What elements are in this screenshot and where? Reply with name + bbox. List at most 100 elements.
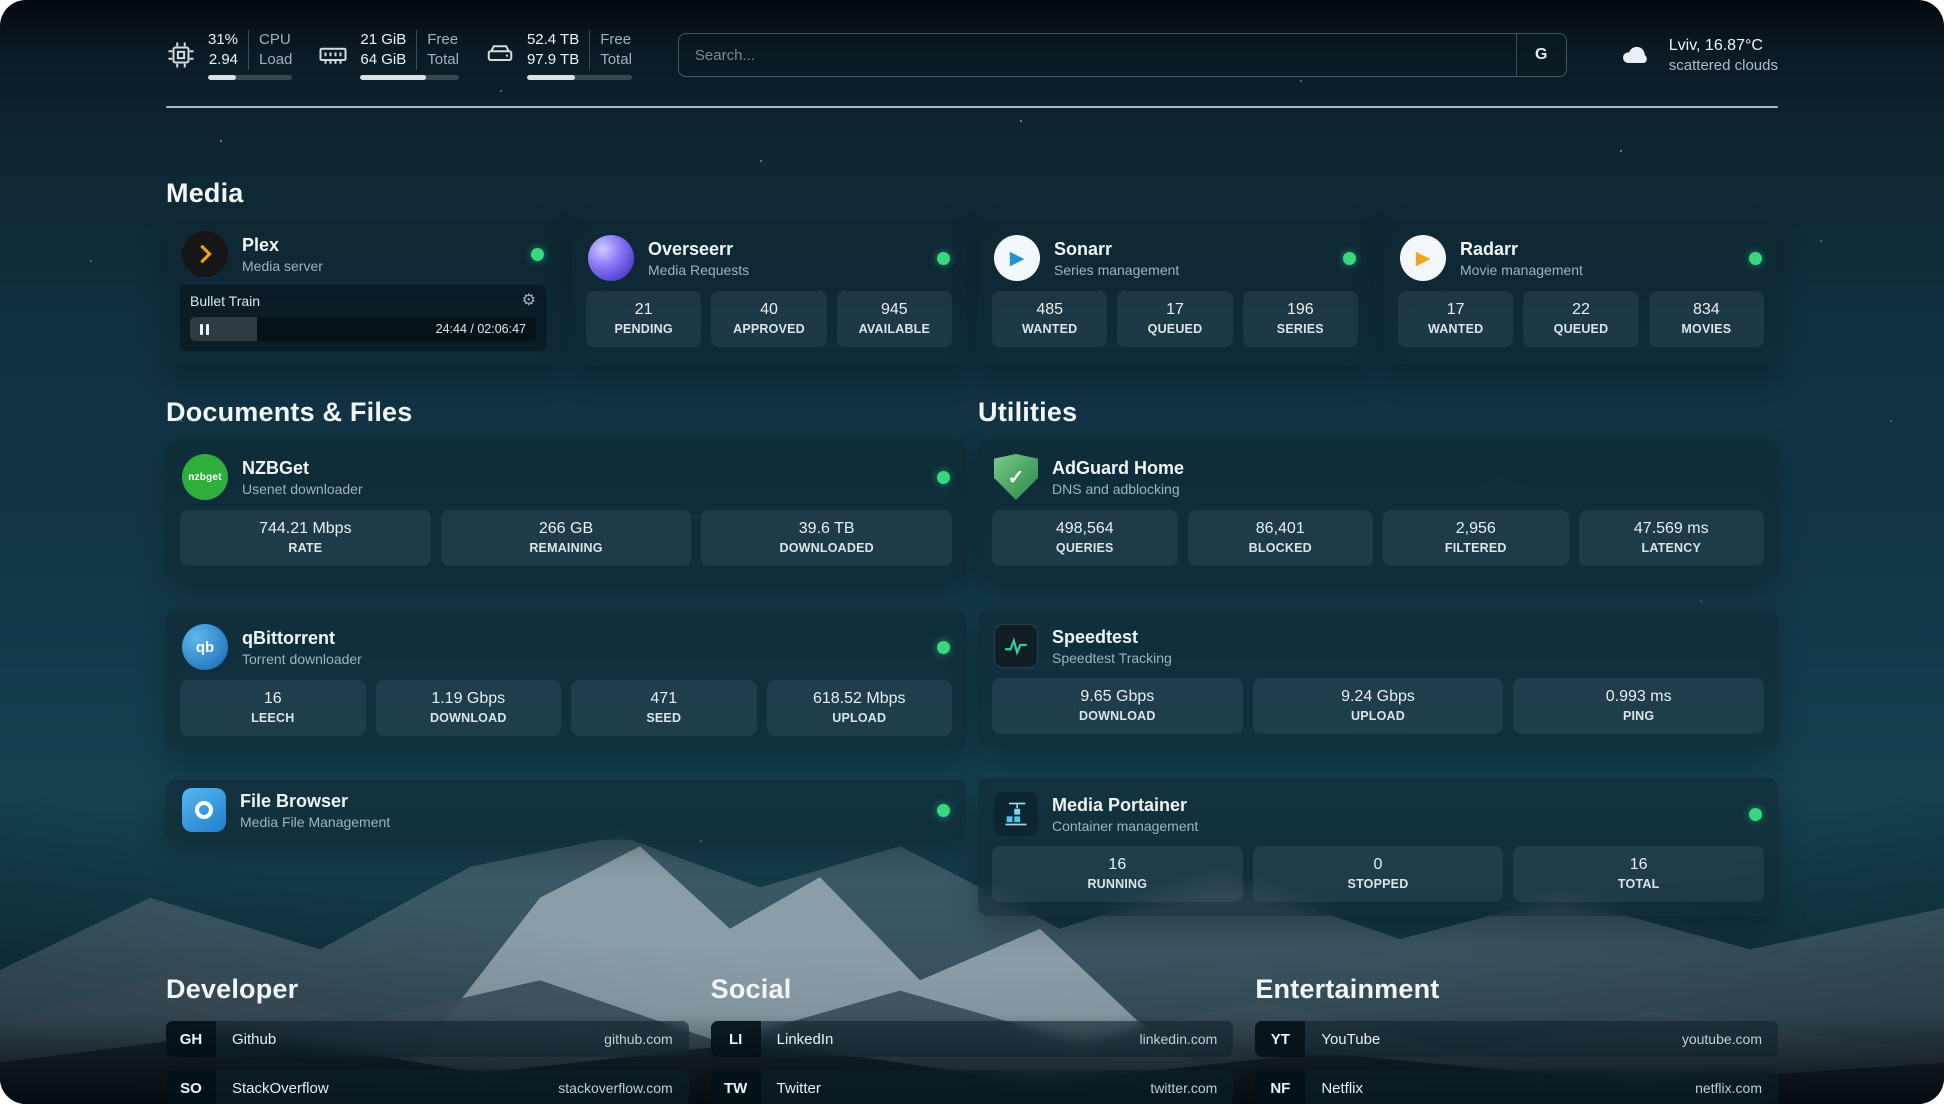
dashboard-window: 31% 2.94 CPU Load [0, 0, 1944, 1104]
bookmark-abbr: YT [1255, 1021, 1305, 1057]
pause-icon [200, 324, 209, 335]
adguard-icon: ✓ [994, 454, 1038, 500]
service-desc: Series management [1054, 261, 1179, 279]
stat-filtered: 2,956 FILTERED [1383, 510, 1569, 566]
stat-queued: 22 QUEUED [1523, 291, 1638, 347]
bookmark-youtube[interactable]: YT YouTube youtube.com [1255, 1021, 1778, 1057]
stat-seed: 471 SEED [571, 680, 757, 736]
service-desc: Media server [242, 257, 323, 275]
service-desc: Usenet downloader [242, 480, 363, 498]
service-card-adguard[interactable]: ✓ AdGuard Home DNS and adblocking 498,56… [978, 440, 1778, 580]
cloud-icon [1613, 39, 1657, 71]
stat-download: 9.65 Gbps DOWNLOAD [992, 678, 1243, 734]
weather-location: Lviv, 16.87°C [1669, 35, 1778, 56]
service-card-nzbget[interactable]: nzbget NZBGet Usenet downloader 744.21 M… [166, 440, 966, 580]
section-title-utilities: Utilities [978, 397, 1778, 428]
stat-wanted: 485 WANTED [992, 291, 1107, 347]
stat-series: 196 SERIES [1243, 291, 1358, 347]
service-name: File Browser [240, 790, 390, 813]
bookmark-name: Github [232, 1031, 276, 1048]
stat-rate: 744.21 Mbps RATE [180, 510, 431, 566]
search-bar: G [678, 33, 1567, 77]
stat-queries: 498,564 QUERIES [992, 510, 1178, 566]
sonarr-icon: ▶ [994, 235, 1040, 281]
memory-progress-bar [360, 75, 459, 80]
portainer-icon [994, 792, 1038, 836]
gear-icon[interactable]: ⚙ [522, 293, 536, 309]
service-name: qBittorrent [242, 627, 362, 650]
speedtest-icon [994, 624, 1038, 668]
service-card-portainer[interactable]: Media Portainer Container management 16 … [978, 778, 1778, 916]
filebrowser-icon [182, 788, 226, 832]
cpu-label: CPU [259, 30, 292, 50]
stat-queued: 17 QUEUED [1117, 291, 1232, 347]
utilities-column: Utilities ✓ AdGuard Home DNS and adblock… [978, 397, 1778, 916]
search-input[interactable] [679, 34, 1516, 76]
search-provider-button[interactable]: G [1516, 34, 1566, 76]
bookmark-abbr: GH [166, 1021, 216, 1057]
status-dot [1749, 808, 1762, 821]
bookmark-github[interactable]: GH Github github.com [166, 1021, 689, 1057]
stat-pending: 21 PENDING [586, 291, 701, 347]
overseerr-icon [588, 235, 634, 281]
status-dot [531, 248, 544, 261]
plex-icon [182, 231, 228, 277]
status-dot [1343, 252, 1356, 265]
disk-progress-bar [527, 75, 632, 80]
radarr-icon: ▶ [1400, 235, 1446, 281]
resource-disk: 52.4 TB 97.9 TB Free Total [485, 30, 632, 80]
service-card-plex[interactable]: Plex Media server Bullet Train ⚙ 24:44 /… [166, 221, 560, 365]
bookmark-name: Twitter [777, 1080, 821, 1097]
memory-total: 64 GiB [360, 50, 406, 70]
bookmark-url: netflix.com [1695, 1080, 1762, 1096]
service-desc: Movie management [1460, 261, 1583, 279]
weather-condition: scattered clouds [1669, 56, 1778, 75]
top-bar: 31% 2.94 CPU Load [166, 30, 1778, 80]
service-desc: Container management [1052, 817, 1198, 835]
cpu-percent: 31% [208, 30, 238, 50]
bookmark-name: LinkedIn [777, 1031, 834, 1048]
bookmark-url: youtube.com [1682, 1031, 1762, 1047]
plex-now-playing: Bullet Train ⚙ 24:44 / 02:06:47 [180, 285, 546, 351]
bookmark-url: linkedin.com [1140, 1031, 1218, 1047]
cpu-progress-bar [208, 75, 292, 80]
memory-free: 21 GiB [360, 30, 406, 50]
service-card-speedtest[interactable]: Speedtest Speedtest Tracking 9.65 Gbps D… [978, 610, 1778, 748]
bookmark-netflix[interactable]: NF Netflix netflix.com [1255, 1070, 1778, 1104]
section-title-entertainment: Entertainment [1255, 974, 1778, 1005]
load-label: Load [259, 50, 292, 70]
cpu-stats: 31% 2.94 CPU Load [208, 30, 292, 80]
service-desc: Torrent downloader [242, 650, 362, 668]
stat-approved: 40 APPROVED [711, 291, 826, 347]
stat-upload: 618.52 Mbps UPLOAD [767, 680, 953, 736]
stat-stopped: 0 STOPPED [1253, 846, 1504, 902]
stat-blocked: 86,401 BLOCKED [1188, 510, 1374, 566]
bookmark-stackoverflow[interactable]: SO StackOverflow stackoverflow.com [166, 1070, 689, 1104]
service-card-radarr[interactable]: ▶ Radarr Movie management 17 WANTED 22 Q… [1384, 221, 1778, 365]
bookmark-twitter[interactable]: TW Twitter twitter.com [711, 1070, 1234, 1104]
free-label: Free [600, 30, 632, 50]
bookmark-group-developer: Developer GH Github github.com SO StackO… [166, 974, 689, 1104]
service-name: Sonarr [1054, 238, 1179, 261]
service-card-filebrowser[interactable]: File Browser Media File Management [166, 780, 966, 840]
service-card-overseerr[interactable]: Overseerr Media Requests 21 PENDING 40 A… [572, 221, 966, 365]
bookmark-group-social: Social LI LinkedIn linkedin.com TW Twitt… [711, 974, 1234, 1104]
status-dot [937, 252, 950, 265]
bookmark-abbr: SO [166, 1070, 216, 1104]
total-label: Total [427, 50, 459, 70]
section-title-media: Media [166, 178, 1778, 209]
resource-widgets: 31% 2.94 CPU Load [166, 30, 632, 80]
bookmark-url: stackoverflow.com [558, 1080, 672, 1096]
memory-icon [318, 40, 348, 70]
bookmark-url: github.com [604, 1031, 672, 1047]
cpu-icon [166, 40, 196, 70]
stat-total: 16 TOTAL [1513, 846, 1764, 902]
bookmarks-section: Developer GH Github github.com SO StackO… [166, 974, 1778, 1104]
service-desc: DNS and adblocking [1052, 480, 1184, 498]
service-card-sonarr[interactable]: ▶ Sonarr Series management 485 WANTED 17… [978, 221, 1372, 365]
service-card-qbittorrent[interactable]: qb qBittorrent Torrent downloader 16 LEE… [166, 610, 966, 750]
service-name: NZBGet [242, 457, 363, 480]
stat-available: 945 AVAILABLE [837, 291, 952, 347]
disk-free: 52.4 TB [527, 30, 579, 50]
bookmark-linkedin[interactable]: LI LinkedIn linkedin.com [711, 1021, 1234, 1057]
